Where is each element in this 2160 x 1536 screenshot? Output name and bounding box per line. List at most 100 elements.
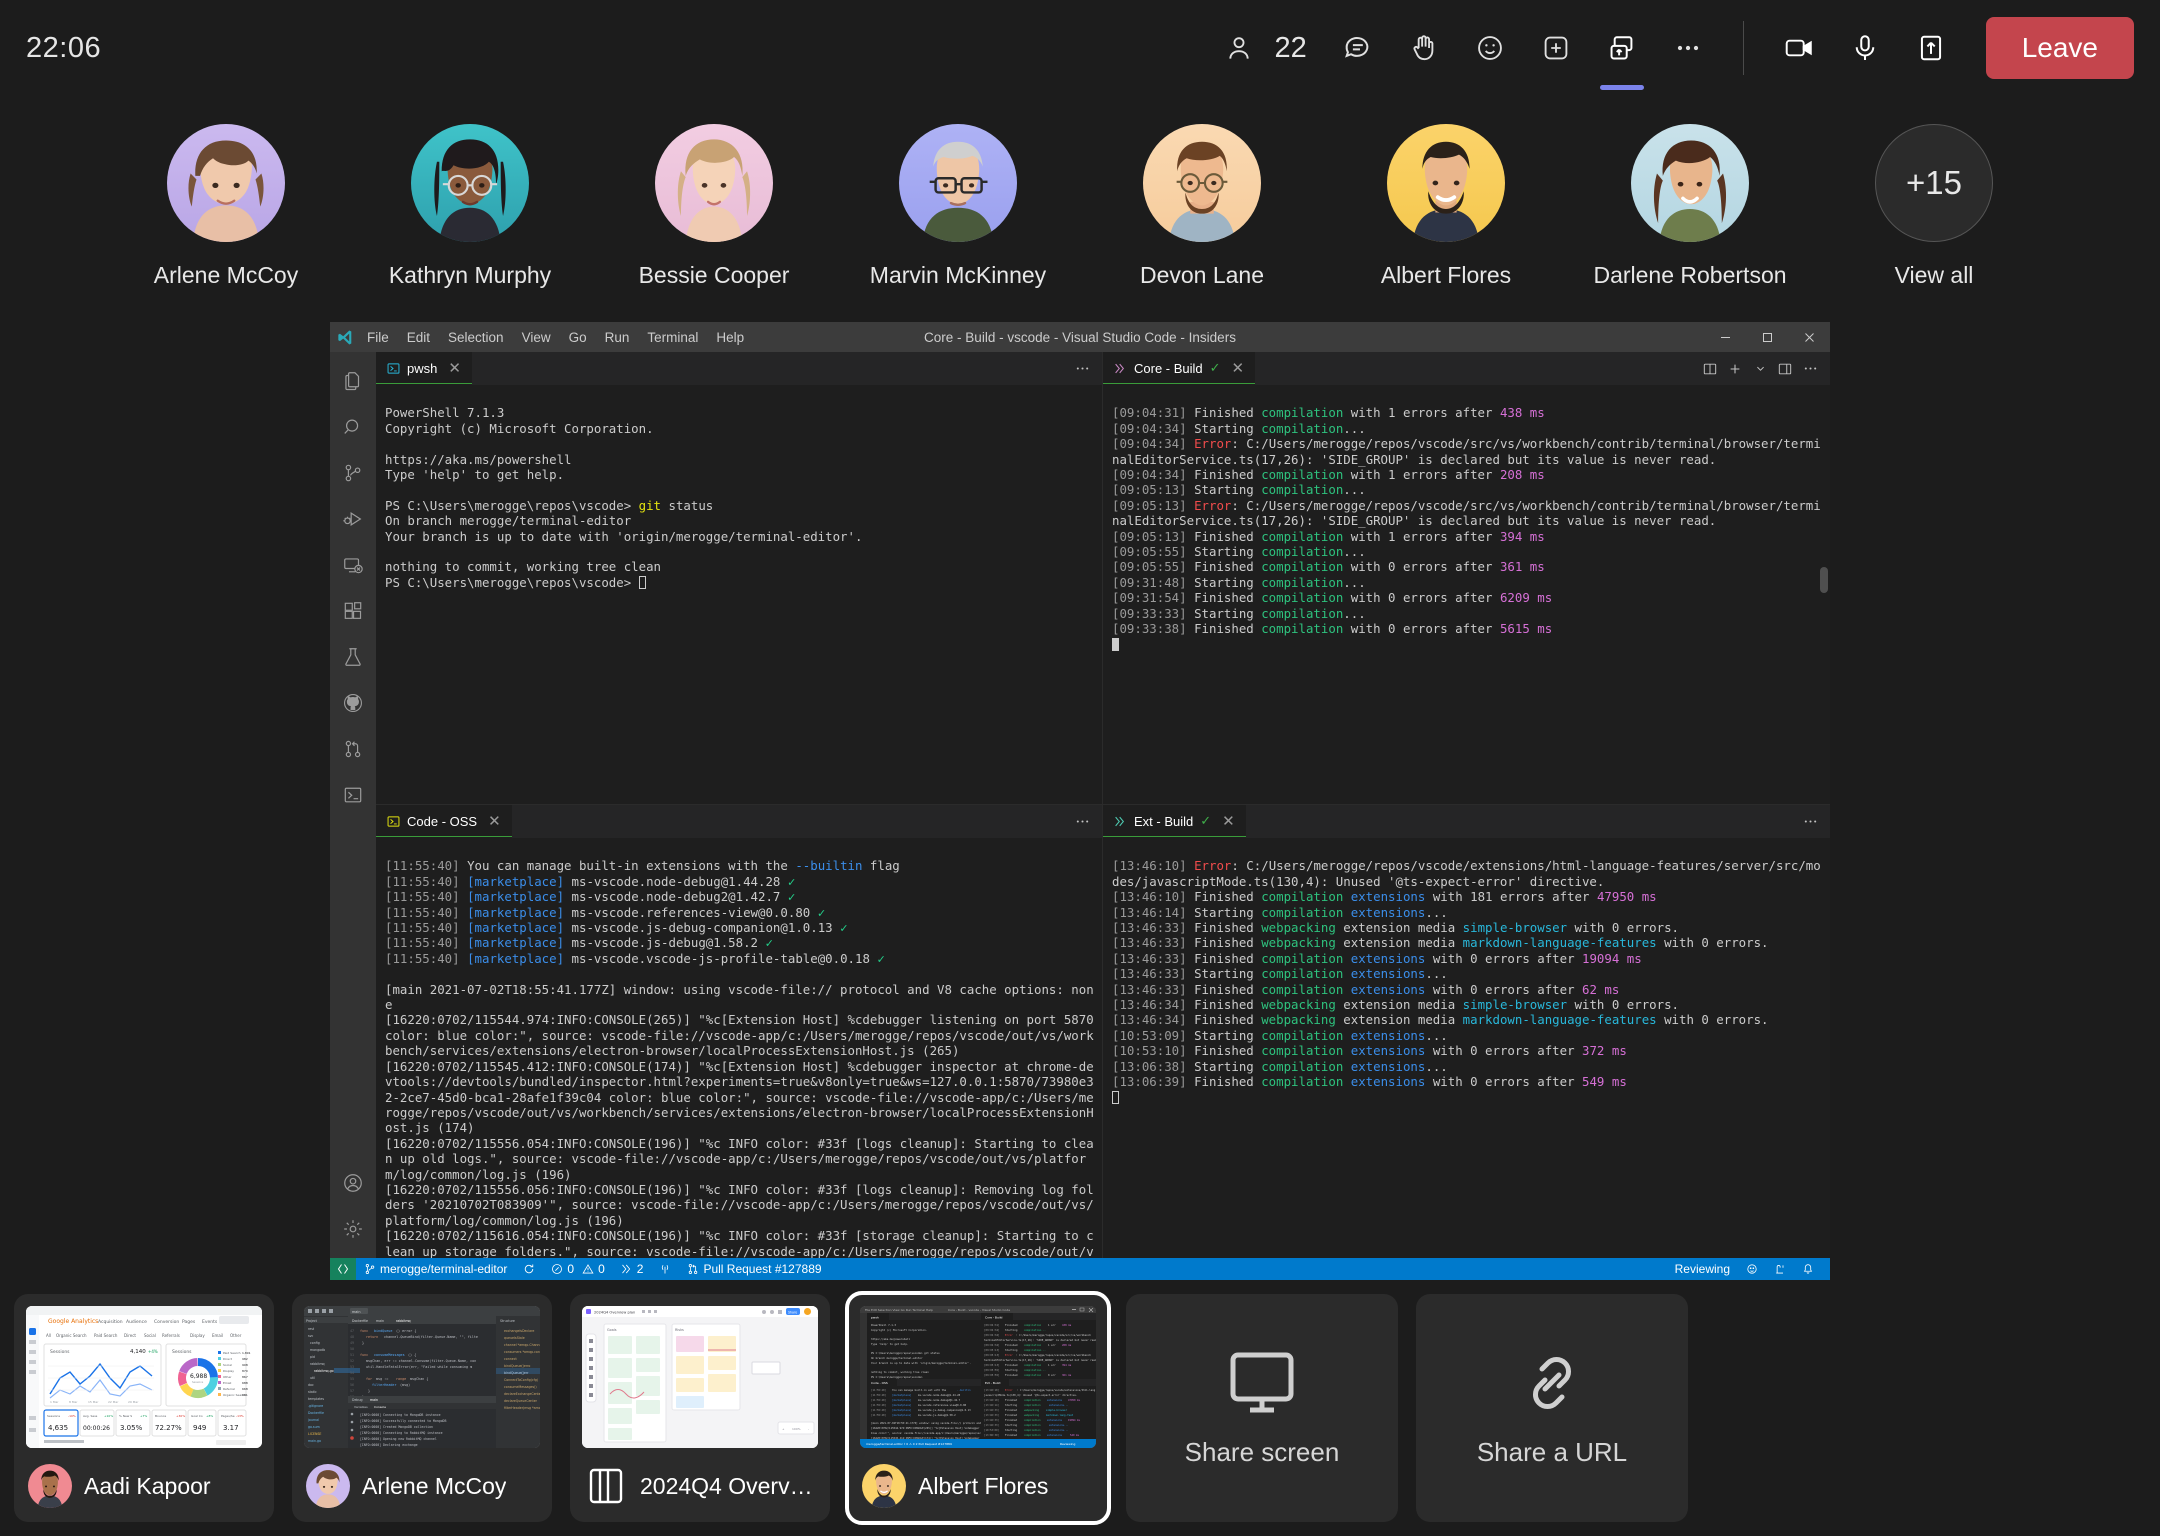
more-options-icon[interactable] [1799,809,1821,835]
menu-run[interactable]: Run [596,330,639,345]
status-feedback[interactable] [1738,1258,1766,1280]
view-all-participants[interactable]: +15 View all [1841,124,2027,289]
menu-go[interactable]: Go [560,330,596,345]
menu-edit[interactable]: Edit [398,330,439,345]
more-options-button[interactable] [1655,15,1721,81]
explorer-icon[interactable] [330,358,376,404]
github-icon[interactable] [330,680,376,726]
share-tile-arlene-mccoy[interactable]: main Project rest svc config mongodb pid rab… [292,1294,552,1522]
maximize-icon[interactable] [1746,322,1788,352]
terminal-icon[interactable] [330,772,376,818]
participant-devon-lane[interactable]: Devon Lane [1109,124,1295,289]
close-icon[interactable] [1788,322,1830,352]
activity-bar [330,352,376,1258]
term-line-prompt-active: PS C:\Users\merogge\repos\vscode> [385,575,646,590]
more-options-icon[interactable] [1071,809,1093,835]
split-terminal-icon[interactable] [1699,356,1721,382]
share-tile-aadi-kapoor[interactable]: Google Analytics Acquisition Audience Conv… [14,1294,274,1522]
close-icon[interactable]: ✕ [1232,359,1245,377]
code-oss-output[interactable]: [11:55:40] You can manage built-in exten… [376,838,1102,1258]
tab-code-oss[interactable]: Code - OSS ✕ [376,805,512,838]
avatar-image [1143,124,1261,242]
leave-button[interactable]: Leave [1985,17,2134,79]
microphone-button[interactable] [1832,15,1898,81]
close-icon[interactable]: ✕ [1222,812,1235,830]
add-button[interactable] [1523,15,1589,81]
svg-text:blue color:", source: vscode-f: blue color:", source: vscode-file://vsco… [871,1431,987,1435]
remote-indicator-icon[interactable] [330,1258,356,1280]
share-content-button[interactable] [1898,15,1964,81]
svg-text:[09:04:34]: [09:04:34] [984,1328,1000,1332]
participant-albert-flores[interactable]: Albert Flores [1353,124,1539,289]
raise-hand-button[interactable] [1391,15,1457,81]
pull-request-icon[interactable] [330,726,376,772]
share-url-tile[interactable]: Share a URL [1416,1294,1688,1522]
status-branch[interactable]: merogge/terminal-editor [356,1258,515,1280]
svg-text:declareQueueCenter: declareQueueCenter [504,1399,538,1403]
menu-help[interactable]: Help [707,330,753,345]
minimize-icon[interactable] [1704,322,1746,352]
svg-text:[09:04:34]: [09:04:34] [984,1333,1000,1337]
menu-view[interactable]: View [513,330,560,345]
share-tile-whiteboard[interactable]: 2024Q4 Overview plan Share Goals Risks +… [570,1294,830,1522]
svg-text:Paid Search: Paid Search [94,1333,118,1338]
status-reviewing[interactable]: Reviewing [1667,1258,1738,1280]
svg-text:rabbitmq.go: rabbitmq.go [314,1369,334,1373]
tab-ext-build[interactable]: Ext - Build ✓ ✕ [1103,805,1246,838]
menu-file[interactable]: File [358,330,398,345]
remote-explorer-icon[interactable] [330,542,376,588]
share-screen-tile[interactable]: Share screen [1126,1294,1398,1522]
ext-build-output[interactable]: [13:46:10] Error: C:/Users/merogge/repos… [1103,838,1830,1258]
more-options-icon[interactable] [1071,356,1093,382]
share-screen-button[interactable] [1589,15,1655,90]
menu-selection[interactable]: Selection [439,330,513,345]
tile-label: 2024Q4 Overvie... [640,1472,816,1499]
close-icon[interactable]: ✕ [488,812,501,830]
toolbar-divider [1742,21,1744,75]
new-terminal-icon[interactable] [1724,356,1746,382]
status-ports[interactable]: 2 [613,1258,652,1280]
more-options-icon[interactable] [1799,356,1821,382]
chevron-down-icon[interactable] [1749,356,1771,382]
tab-core-build[interactable]: Core - Build ✓ ✕ [1103,352,1256,385]
svg-text:[marketplace]: [marketplace] [892,1408,912,1412]
svg-text:Reviewing: Reviewing [1060,1442,1075,1446]
share-tile-albert-flores[interactable]: File Edit Selection View Go Run Terminal… [845,1291,1111,1525]
run-and-debug-icon[interactable] [330,496,376,542]
status-problems[interactable]: 0 0 [543,1258,612,1280]
participant-bessie-cooper[interactable]: Bessie Cooper [621,124,807,289]
link-icon [1533,1356,1571,1409]
settings-gear-icon[interactable] [330,1206,376,1252]
thumbnail-image: 2024Q4 Overview plan Share Goals Risks +… [582,1306,818,1448]
participant-kathryn-murphy[interactable]: Kathryn Murphy [377,124,563,289]
status-radio-tower[interactable] [651,1258,679,1280]
svg-text:Finished: Finished [1005,1433,1018,1437]
status-sync[interactable] [515,1258,543,1280]
svg-text:Starting: Starting [1005,1368,1018,1372]
people-button[interactable] [1206,15,1272,81]
term-line: nothing to commit, working tree clean [385,559,662,575]
term-line: [13:46:33] Finished webpacking extension… [1112,920,1679,936]
menu-terminal[interactable]: Terminal [638,330,707,345]
pwsh-terminal-output[interactable]: PowerShell 7.1.3 Copyright (c) Microsoft… [376,385,1102,804]
participant-marvin-mckinney[interactable]: Marvin McKinney [865,124,1051,289]
participant-darlene-robertson[interactable]: Darlene Robertson [1593,124,1787,289]
core-build-output[interactable]: [09:04:31] Finished compilation with 1 e… [1103,385,1830,804]
maximize-panel-icon[interactable] [1774,356,1796,382]
chat-button[interactable] [1325,15,1391,81]
participant-arlene-mccoy[interactable]: Arlene McCoy [133,124,319,289]
status-notifications[interactable] [1794,1258,1822,1280]
status-broadcast[interactable] [1766,1258,1794,1280]
status-pull-request[interactable]: Pull Request #127889 [679,1258,829,1280]
camera-button[interactable] [1766,15,1832,81]
search-icon[interactable] [330,404,376,450]
source-control-icon[interactable] [330,450,376,496]
testing-flask-icon[interactable] [330,634,376,680]
extensions-icon[interactable] [330,588,376,634]
term-line: [11:55:40] [marketplace] ms-vscode.node-… [385,873,796,889]
account-icon[interactable] [330,1160,376,1206]
scrollbar-thumb[interactable] [1820,567,1828,593]
reactions-button[interactable] [1457,15,1523,81]
close-icon[interactable]: ✕ [448,359,461,377]
tab-pwsh[interactable]: pwsh ✕ [376,352,472,385]
